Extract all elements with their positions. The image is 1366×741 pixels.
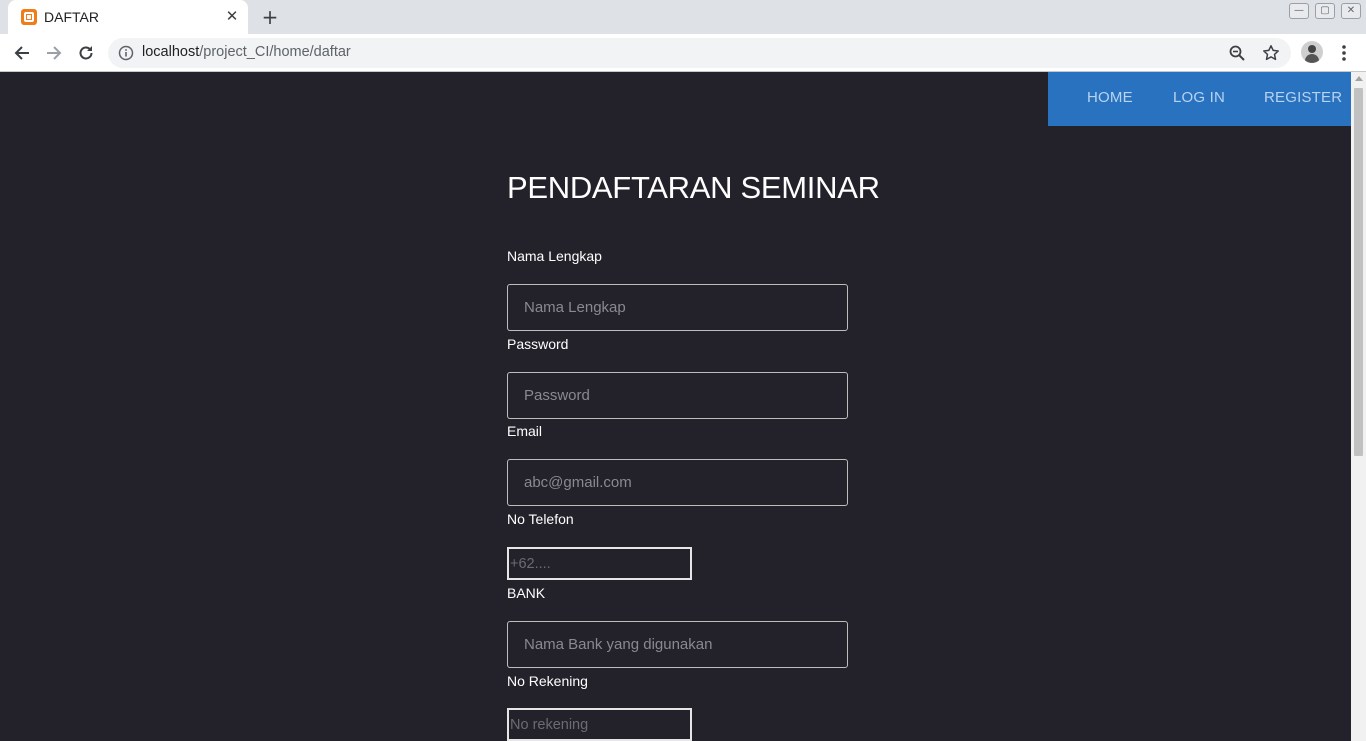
bookmark-star-icon[interactable]	[1262, 44, 1280, 66]
nav-register-link[interactable]: REGISTER	[1264, 89, 1342, 106]
scrollbar-thumb[interactable]	[1354, 88, 1363, 456]
profile-avatar-icon[interactable]	[1301, 41, 1323, 63]
reload-icon[interactable]	[74, 41, 98, 65]
tab-strip: DAFTAR ✕ + — ▢ ✕	[0, 0, 1366, 34]
page-title: PENDAFTARAN SEMINAR	[507, 170, 880, 205]
xampp-favicon-icon	[21, 9, 37, 25]
browser-tab[interactable]: DAFTAR ✕	[8, 0, 248, 34]
top-navbar: HOME LOG IN REGISTER	[1048, 72, 1351, 126]
minimize-window-button[interactable]: —	[1289, 3, 1309, 19]
email-input[interactable]	[507, 459, 848, 506]
url-path: /project_CI/home/daftar	[199, 44, 351, 60]
nav-home-link[interactable]: HOME	[1087, 89, 1133, 106]
label-email: Email	[507, 423, 543, 439]
label-nama-lengkap: Nama Lengkap	[507, 248, 602, 264]
password-input[interactable]	[507, 372, 848, 419]
restore-window-button[interactable]: ▢	[1315, 3, 1335, 19]
no-telefon-input[interactable]	[507, 547, 692, 580]
url-host: localhost	[142, 44, 200, 60]
browser-toolbar: localhost/project_CI/home/daftar	[0, 34, 1366, 72]
forward-arrow-icon[interactable]	[42, 41, 66, 65]
page-viewport: HOME LOG IN REGISTER PENDAFTARAN SEMINAR…	[0, 72, 1351, 741]
new-tab-icon[interactable]: +	[259, 6, 281, 28]
back-arrow-icon[interactable]	[10, 41, 34, 65]
url-text: localhost/project_CI/home/daftar	[142, 44, 351, 60]
bank-input[interactable]	[507, 621, 848, 668]
zoom-icon[interactable]	[1228, 44, 1246, 66]
nama-lengkap-input[interactable]	[507, 284, 848, 331]
site-info-icon[interactable]	[118, 45, 134, 65]
tab-close-icon[interactable]: ✕	[223, 7, 241, 25]
page-scrollbar[interactable]	[1351, 72, 1366, 741]
close-window-button[interactable]: ✕	[1341, 3, 1361, 19]
label-password: Password	[507, 336, 569, 352]
label-no-telefon: No Telefon	[507, 511, 574, 527]
scroll-up-arrow-icon[interactable]	[1355, 76, 1363, 81]
address-bar[interactable]: localhost/project_CI/home/daftar	[108, 38, 1291, 68]
label-no-rekening: No Rekening	[507, 673, 588, 689]
menu-dots-icon[interactable]	[1332, 41, 1356, 65]
tab-title: DAFTAR	[44, 9, 99, 25]
nav-login-link[interactable]: LOG IN	[1173, 89, 1225, 106]
label-bank: BANK	[507, 585, 546, 601]
no-rekening-input[interactable]	[507, 708, 692, 741]
